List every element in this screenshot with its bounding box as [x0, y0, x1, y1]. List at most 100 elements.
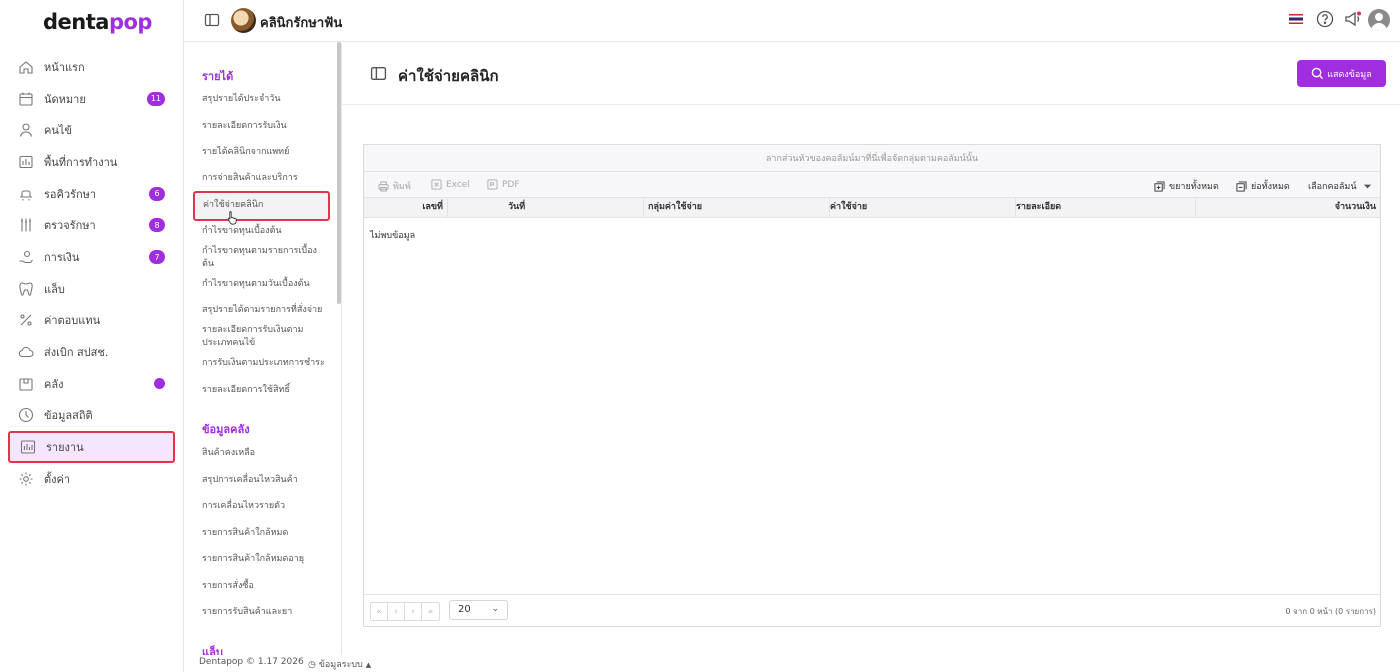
page-size-select[interactable]: 20 ⌄ [449, 600, 508, 620]
sidebar-item[interactable]: คลัง [8, 368, 175, 400]
collapse-all-button[interactable]: ย่อทั้งหมด [1236, 179, 1290, 193]
sidebar-item-label: คนไข้ [44, 124, 72, 138]
group-panel[interactable]: ลากส่วนหัวของคอลัมน์มาที่นี่เพื่อจัดกลุ่… [364, 145, 1380, 172]
collapse-all-icon [1236, 180, 1247, 192]
report-link[interactable]: รายละเอียดการใช้สิทธิ์ [202, 384, 327, 397]
sidebar: dentapop หน้าแรก นัดหมาย 11 คนไข้พื้นที่การ… [0, 0, 184, 672]
sidebar-item[interactable]: นัดหมาย 11 [8, 83, 175, 115]
sidebar-item[interactable]: รอคิวรักษา 6 [8, 178, 175, 210]
report-link[interactable]: กำไรขาดทุนเบื้องต้น [202, 225, 327, 238]
choose-columns-dropdown[interactable]: เลือกคอลัมน์ [1308, 179, 1373, 193]
clinic-name[interactable]: คลินิกรักษาฟัน [260, 12, 342, 33]
report-link[interactable]: สรุปรายได้ประจำวัน [202, 93, 327, 106]
column-header-date[interactable]: วันที่ [504, 198, 644, 217]
megaphone-icon[interactable] [1344, 10, 1362, 28]
sidebar-item[interactable]: พื้นที่การทำงาน [8, 146, 175, 178]
sidebar-item[interactable]: ส่งเบิก สปสช. [8, 336, 175, 368]
sidebar-item[interactable]: ตรวจรักษา 8 [8, 209, 175, 241]
expand-all-icon [1154, 180, 1165, 192]
inventory-box-icon [18, 376, 34, 392]
grid-pager: « ‹ › » 20 ⌄ 0 จาก 0 หน้า (0 รายการ) [364, 594, 1380, 626]
report-menu-scrollbar[interactable] [337, 42, 341, 304]
count-badge: 11 [146, 91, 165, 106]
report-link[interactable]: สรุปการเคลื่อนไหวสินค้า [202, 474, 327, 487]
report-link[interactable]: กำไรขาดทุนตามรายการเบื้องต้น [202, 245, 327, 271]
stock-section-title: ข้อมูลคลัง [202, 423, 250, 436]
thai-flag-icon[interactable] [1289, 14, 1303, 24]
grid-header-row: เลขที่ วันที่ กลุ่มค่าใช้จ่าย ค่าใช้จ่าย… [364, 197, 1380, 218]
clinic-logo [231, 8, 256, 33]
sidebar-item[interactable]: รายงาน [8, 431, 175, 463]
search-icon [1311, 67, 1324, 80]
report-menu: รายได้ ข้อมูลคลัง แล็บ สรุปรายได้ประจำวั… [184, 43, 342, 655]
money-hand-icon [18, 249, 34, 265]
sidebar-item[interactable]: การเงิน 7 [8, 241, 175, 273]
excel-icon [431, 179, 442, 190]
page-header: ค่าใช้จ่ายคลินิก แสดงข้อมูล [342, 43, 1400, 105]
sidebar-item-label: รอคิวรักษา [44, 187, 97, 201]
gear-icon [18, 471, 34, 487]
report-link[interactable]: รายละเอียดการรับเงิน [202, 120, 327, 133]
report-link[interactable]: การรับเงินตามประเภทการชำระ [202, 357, 327, 370]
print-button[interactable]: พิมพ์ [378, 179, 411, 193]
sidebar-item-label: รายงาน [46, 441, 84, 455]
system-info-link[interactable]: ◷ ข้อมูลระบบ ▲ [308, 657, 371, 671]
next-page-icon[interactable]: › [405, 603, 422, 620]
user-avatar[interactable] [1368, 9, 1390, 31]
report-link[interactable]: รายได้คลินิกจากแพทย์ [202, 146, 327, 159]
report-link[interactable]: สรุปรายได้ตามรายการที่สั่งจ่าย [202, 304, 327, 317]
printer-icon [378, 180, 389, 192]
report-link[interactable]: รายการสินค้าใกล้หมด [202, 527, 327, 540]
dental-chair-icon [18, 186, 34, 202]
main-content: ค่าใช้จ่ายคลินิก แสดงข้อมูล ลากส่วนหัวขอ… [342, 43, 1400, 655]
cloud-icon [18, 344, 34, 360]
prev-page-icon[interactable]: ‹ [388, 603, 405, 620]
report-link[interactable]: กำไรขาดทุนตามวันเบื้องต้น [202, 278, 327, 291]
last-page-icon[interactable]: » [422, 603, 439, 620]
report-link[interactable]: การจ่ายสินค้าและบริการ [202, 172, 327, 185]
sidebar-item[interactable]: แล็บ [8, 273, 175, 305]
sidebar-toggle-icon[interactable] [204, 12, 220, 28]
home-icon [18, 59, 34, 75]
grid-toolbar: พิมพ์ Excel PDF ขยายทั้งหมด ย่อทั้งหมด เ… [364, 172, 1380, 197]
excel-button[interactable]: Excel [431, 179, 470, 190]
panel-toggle-icon[interactable] [370, 65, 387, 82]
column-header-expense[interactable]: ค่าใช้จ่าย [830, 198, 1016, 217]
page-title: ค่าใช้จ่ายคลินิก [398, 67, 499, 85]
sidebar-item[interactable]: หน้าแรก [8, 51, 175, 83]
expand-all-button[interactable]: ขยายทั้งหมด [1154, 179, 1219, 193]
caret-down-icon [1362, 181, 1373, 192]
chevron-up-icon: ▲ [365, 661, 372, 669]
income-section-title: รายได้ [202, 70, 234, 83]
dentapop-logo[interactable]: dentapop [43, 10, 152, 34]
report-link[interactable]: รายการสั่งซื้อ [202, 580, 327, 593]
sidebar-item[interactable]: คนไข้ [8, 114, 175, 146]
column-header-detail[interactable]: รายละเอียด [1016, 198, 1196, 217]
first-page-icon[interactable]: « [371, 603, 388, 620]
report-link[interactable]: รายการสินค้าใกล้หมดอายุ [202, 553, 327, 566]
count-badge: 7 [149, 250, 165, 265]
sidebar-item-label: ข้อมูลสถิติ [44, 409, 93, 423]
pdf-icon [487, 179, 498, 190]
sidebar-item-label: การเงิน [44, 250, 80, 264]
column-header-expense-group[interactable]: กลุ่มค่าใช้จ่าย [644, 198, 830, 217]
count-badge: 8 [149, 218, 165, 233]
report-link[interactable]: สินค้าคงเหลือ [202, 447, 327, 460]
report-link[interactable]: การเคลื่อนไหวรายตัว [202, 500, 327, 513]
sidebar-item[interactable]: ตั้งค่า [8, 463, 175, 495]
column-header-number[interactable]: เลขที่ [364, 198, 448, 217]
report-link[interactable]: รายการรับสินค้าและยา [202, 606, 327, 619]
dental-tools-icon [18, 217, 34, 233]
help-icon[interactable] [1316, 10, 1334, 28]
sidebar-item-label: แล็บ [44, 282, 65, 296]
report-link[interactable]: รายละเอียดการรับเงินตามประเภทคนไข้ [202, 324, 327, 350]
show-data-button[interactable]: แสดงข้อมูล [1297, 60, 1386, 87]
pdf-button[interactable]: PDF [487, 179, 520, 190]
percent-icon [18, 312, 34, 328]
sidebar-item[interactable]: ค่าตอบแทน [8, 305, 175, 337]
report-link[interactable]: ค่าใช้จ่ายคลินิก [193, 191, 330, 221]
version-text: Dentapop © 1.17 2026 [199, 657, 304, 667]
statistics-icon [18, 407, 34, 423]
column-header-amount[interactable]: จำนวนเงิน [1196, 198, 1380, 217]
sidebar-item[interactable]: ข้อมูลสถิติ [8, 400, 175, 432]
